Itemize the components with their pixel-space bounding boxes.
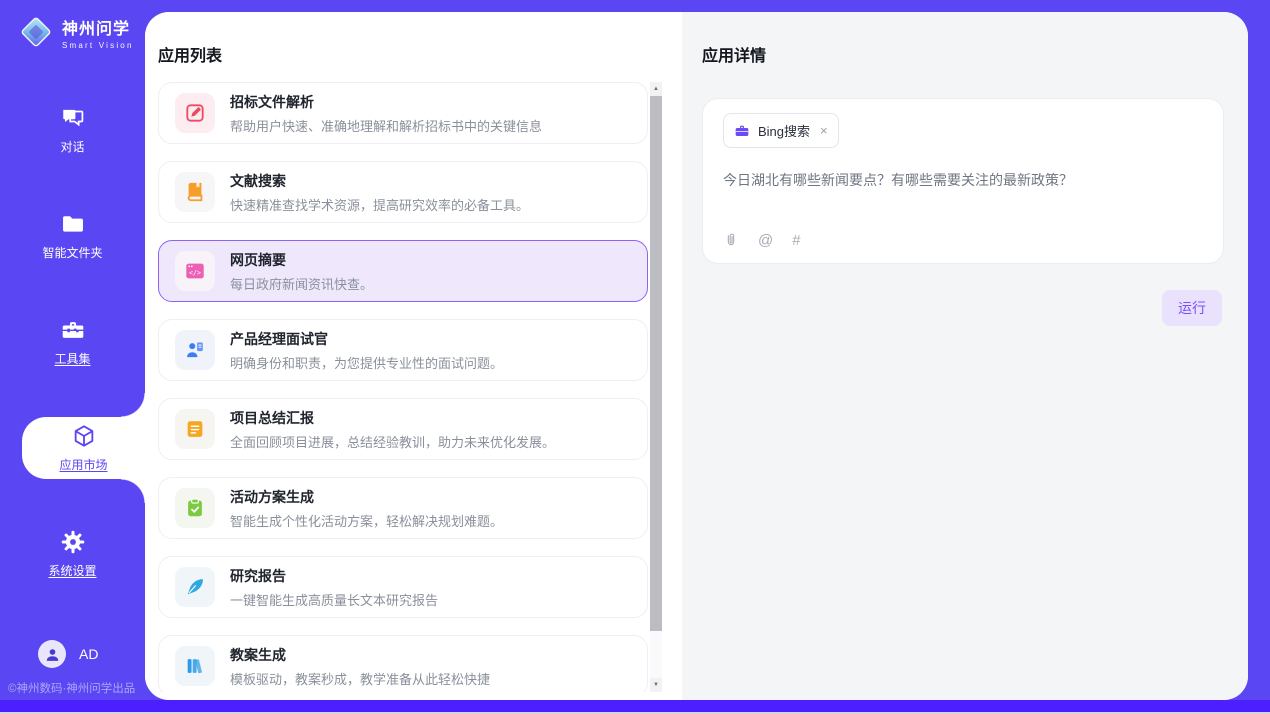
app-card-pm-interviewer[interactable]: 产品经理面试官明确身份和职责，为您提供专业性的面试问题。 [158, 319, 648, 381]
composer-toolbar: @ # [723, 231, 801, 249]
interviewer-icon [175, 330, 215, 370]
app-card-description: 一键智能生成高质量长文本研究报告 [230, 590, 438, 609]
app-detail-title: 应用详情 [682, 12, 1248, 66]
copyright: ©神州数码·神州问学出品 [8, 680, 135, 696]
app-frame: 神州问学 Smart Vision 对话智能文件夹工具集应用市场系统设置 AD … [0, 0, 1270, 714]
sidebar-item-toolset[interactable]: 工具集 [0, 311, 145, 373]
app-card-description: 帮助用户快速、准确地理解和解析招标书中的关键信息 [230, 116, 542, 135]
webpage-code-icon: </> [175, 251, 215, 291]
sidebar-nav: 对话智能文件夹工具集应用市场系统设置 [0, 99, 145, 629]
app-card-title: 产品经理面试官 [230, 329, 503, 349]
app-card-title: 招标文件解析 [230, 92, 542, 112]
app-card-description: 快速精准查找学术资源，提高研究效率的必备工具。 [230, 195, 529, 214]
scrollbar-track[interactable] [650, 96, 662, 678]
prompt-text[interactable]: 今日湖北有哪些新闻要点？有哪些需要关注的最新政策？ [723, 170, 1203, 190]
sidebar-item-label: 系统设置 [48, 562, 96, 579]
app-card-lesson-plan[interactable]: 教案生成模板驱动，教案秒成，教学准备从此轻松快捷 [158, 635, 648, 692]
toolbox-icon [60, 317, 86, 343]
app-card-description: 智能生成个性化活动方案，轻松解决规划难题。 [230, 511, 503, 530]
sidebar-item-settings[interactable]: 系统设置 [0, 523, 145, 585]
paperclip-icon[interactable] [723, 231, 739, 249]
app-list-title: 应用列表 [145, 12, 682, 66]
sidebar-item-label: 应用市场 [59, 456, 107, 473]
remove-tool-icon[interactable]: × [820, 123, 828, 138]
scroll-up-icon[interactable]: ▲ [650, 82, 662, 96]
sidebar: 神州问学 Smart Vision 对话智能文件夹工具集应用市场系统设置 AD … [0, 0, 145, 700]
logo: 神州问学 Smart Vision [0, 0, 145, 51]
sidebar-item-label: 对话 [60, 138, 84, 155]
svg-text:</>: </> [189, 269, 201, 277]
app-card-description: 全面回顾项目进展，总结经验教训，助力未来优化发展。 [230, 432, 555, 451]
tool-chip-label: Bing搜索 [758, 121, 810, 140]
main-content: 应用列表 招标文件解析帮助用户快速、准确地理解和解析招标书中的关键信息文献搜索快… [145, 12, 1248, 700]
scrollbar-thumb[interactable] [650, 96, 662, 631]
app-card-event-plan[interactable]: 活动方案生成智能生成个性化活动方案，轻松解决规划难题。 [158, 477, 648, 539]
app-card-title: 活动方案生成 [230, 487, 503, 507]
tool-chip-bing-search[interactable]: Bing搜索 × [723, 113, 839, 148]
briefcase-icon [734, 123, 750, 139]
app-card-literature-search[interactable]: 文献搜索快速精准查找学术资源，提高研究效率的必备工具。 [158, 161, 648, 223]
clipboard-check-icon [175, 488, 215, 528]
brand-name: 神州问学 [62, 15, 134, 39]
sidebar-item-smart-folder[interactable]: 智能文件夹 [0, 205, 145, 267]
scrollbar[interactable]: ▲ ▼ [650, 82, 662, 692]
edit-document-icon [175, 93, 215, 133]
app-list-panel: 应用列表 招标文件解析帮助用户快速、准确地理解和解析招标书中的关键信息文献搜索快… [145, 12, 682, 700]
app-card-bid-analysis[interactable]: 招标文件解析帮助用户快速、准确地理解和解析招标书中的关键信息 [158, 82, 648, 144]
app-card-research-report[interactable]: 研究报告一键智能生成高质量长文本研究报告 [158, 556, 648, 618]
app-card-title: 教案生成 [230, 645, 490, 665]
app-card-description: 每日政府新闻资讯快查。 [230, 274, 373, 293]
app-detail-panel: 应用详情 Bing搜索 × 今日湖北有哪些新闻要点？有哪些需要关注的最新政策？ [682, 12, 1248, 700]
book-icon [175, 172, 215, 212]
chat-icon [60, 105, 86, 131]
user-initials: AD [79, 646, 98, 662]
app-card-title: 研究报告 [230, 566, 438, 586]
user-badge[interactable]: AD [38, 640, 98, 668]
scroll-down-icon[interactable]: ▼ [650, 678, 662, 692]
app-card-title: 文献搜索 [230, 171, 529, 191]
books-icon [175, 646, 215, 686]
sidebar-item-app-market[interactable]: 应用市场 [22, 417, 145, 479]
brand-subtitle: Smart Vision [62, 41, 134, 50]
note-icon [175, 409, 215, 449]
at-icon[interactable]: @ [758, 232, 773, 249]
gear-icon [60, 529, 86, 555]
app-card-project-summary[interactable]: 项目总结汇报全面回顾项目进展，总结经验教训，助力未来优化发展。 [158, 398, 648, 460]
bottom-bar [0, 700, 1270, 714]
sidebar-item-chat[interactable]: 对话 [0, 99, 145, 161]
app-card-description: 模板驱动，教案秒成，教学准备从此轻松快捷 [230, 669, 490, 688]
prompt-card[interactable]: Bing搜索 × 今日湖北有哪些新闻要点？有哪些需要关注的最新政策？ @ # [702, 98, 1224, 264]
app-card-description: 明确身份和职责，为您提供专业性的面试问题。 [230, 353, 503, 372]
logo-diamond-icon [17, 13, 55, 51]
cube-icon [71, 423, 97, 449]
sidebar-item-label: 工具集 [54, 350, 90, 367]
app-card-title: 网页摘要 [230, 250, 373, 270]
quill-icon [175, 567, 215, 607]
avatar[interactable] [38, 640, 66, 668]
app-card-webpage-summary[interactable]: </> 网页摘要每日政府新闻资讯快查。 [158, 240, 648, 302]
person-icon [44, 646, 61, 663]
app-card-title: 项目总结汇报 [230, 408, 555, 428]
run-button[interactable]: 运行 [1162, 290, 1222, 326]
folder-icon [60, 211, 86, 237]
hash-icon[interactable]: # [792, 232, 800, 249]
app-card-list: 招标文件解析帮助用户快速、准确地理解和解析招标书中的关键信息文献搜索快速精准查找… [158, 82, 648, 692]
sidebar-item-label: 智能文件夹 [42, 244, 102, 261]
